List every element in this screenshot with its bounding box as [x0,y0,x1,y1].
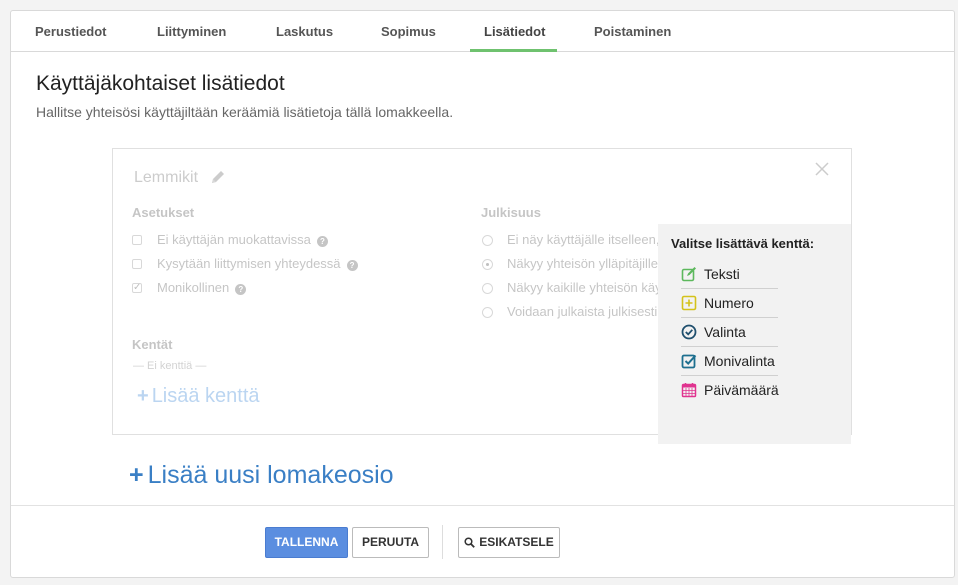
checkbox[interactable] [132,235,142,245]
check-circle-icon [681,324,697,340]
tab-laskutus[interactable]: Laskutus [276,11,333,52]
checkbox[interactable] [132,259,142,269]
tab-lisatiedot[interactable]: Lisätiedot [484,11,545,52]
preview-label: ESIKATSELE [479,535,554,549]
radio[interactable] [482,307,493,318]
radio[interactable] [482,283,493,294]
edit-icon [681,267,696,282]
plus-icon: + [129,461,144,489]
add-field-label: Lisää kenttä [151,385,260,407]
cancel-button[interactable]: PERUUTA [352,527,429,558]
field-type-label: Numero [704,295,754,311]
option-label: Voidaan julkaista julkisesti [507,304,658,319]
tab-poistaminen[interactable]: Poistaminen [594,11,671,52]
field-type-choice[interactable]: Valinta [681,318,778,347]
preview-button[interactable]: ESIKATSELE [458,527,560,558]
active-tab-indicator [470,49,557,52]
check-square-icon [681,354,697,369]
checkbox-checked[interactable] [132,280,142,296]
field-type-label: Valinta [704,324,746,340]
help-icon[interactable]: ? [346,260,358,271]
fields-title: Kentät [132,337,173,352]
form-footer: TALLENNA PERUUTA ESIKATSELE [11,505,954,577]
page-title: Käyttäjäkohtaiset lisätiedot [36,72,285,95]
field-type-number[interactable]: Numero [681,289,778,318]
plus-icon: + [137,385,149,407]
tab-liittyminen[interactable]: Liittyminen [157,11,226,52]
add-section-label: Lisää uusi lomakeosio [147,461,394,489]
form-card: Perustiedot Liittyminen Laskutus Sopimus… [10,10,955,578]
field-type-label: Monivalinta [704,353,775,369]
add-section-button[interactable]: + Lisää uusi lomakeosio [129,461,394,490]
help-icon[interactable]: ? [316,236,328,247]
option-label: Näkyy yhteisön ylläpitäjille [507,256,659,271]
option-label: Näkyy kaikille yhteisön käy [507,280,662,295]
no-fields-text: — Ei kenttiä — [133,360,207,372]
option-label: Monikollinen [157,280,230,295]
radio[interactable] [482,235,493,246]
field-type-label: Päivämäärä [704,382,779,398]
visibility-title: Julkisuus [481,205,541,220]
field-type-multichoice[interactable]: Monivalinta [681,347,778,376]
save-button[interactable]: TALLENNA [265,527,348,558]
field-type-text[interactable]: Teksti [681,260,778,289]
tab-perustiedot[interactable]: Perustiedot [35,11,107,52]
section-name[interactable]: Lemmikit [134,169,198,187]
plus-square-icon [681,295,697,311]
tab-bar: Perustiedot Liittyminen Laskutus Sopimus… [11,11,954,52]
radio-selected[interactable] [482,259,493,270]
settings-title: Asetukset [132,205,195,220]
close-icon[interactable] [814,161,830,177]
help-icon[interactable]: ? [235,284,247,295]
add-field-button[interactable]: + Lisää kenttä [137,385,260,408]
tab-sopimus[interactable]: Sopimus [381,11,436,52]
option-label: Ei näy käyttäjälle itselleen, [507,232,660,247]
calendar-icon [681,383,697,398]
option-label: Ei käyttäjän muokattavissa [157,232,311,247]
picker-title: Valitse lisättävä kenttä: [671,236,815,251]
field-type-date[interactable]: Päivämäärä [681,376,779,405]
field-type-picker: Valitse lisättävä kenttä: Teksti Numero … [658,224,851,444]
divider [442,525,443,559]
option-label: Kysytään liittymisen yhteydessä [157,256,341,271]
page-subtitle: Hallitse yhteisösi käyttäjiltään keräämi… [36,104,454,120]
pencil-icon[interactable] [210,169,226,185]
field-type-label: Teksti [704,266,740,282]
search-icon [464,537,476,548]
